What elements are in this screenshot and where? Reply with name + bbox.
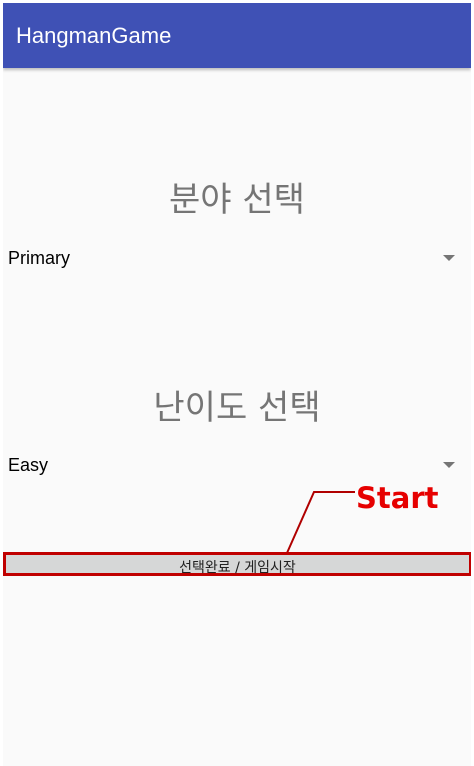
category-spinner-value: Primary bbox=[8, 248, 70, 268]
app-screen: HangmanGame 분야 선택 Primary 난이도 선택 Easy St… bbox=[3, 3, 471, 766]
start-game-button[interactable]: 선택완료 / 게임시작 bbox=[3, 552, 471, 576]
start-game-button-label: 선택완료 / 게임시작 bbox=[179, 560, 296, 576]
difficulty-spinner[interactable]: Easy bbox=[3, 445, 471, 485]
app-bar: HangmanGame bbox=[3, 3, 471, 68]
difficulty-spinner-value: Easy bbox=[8, 455, 49, 475]
category-spinner[interactable]: Primary bbox=[3, 238, 471, 278]
app-title: HangmanGame bbox=[16, 23, 172, 48]
category-heading: 분야 선택 bbox=[169, 180, 305, 220]
start-callout-label: Start bbox=[356, 481, 439, 515]
difficulty-heading: 난이도 선택 bbox=[153, 388, 321, 428]
dropdown-arrow-icon bbox=[443, 462, 455, 468]
dropdown-arrow-icon bbox=[443, 255, 455, 261]
